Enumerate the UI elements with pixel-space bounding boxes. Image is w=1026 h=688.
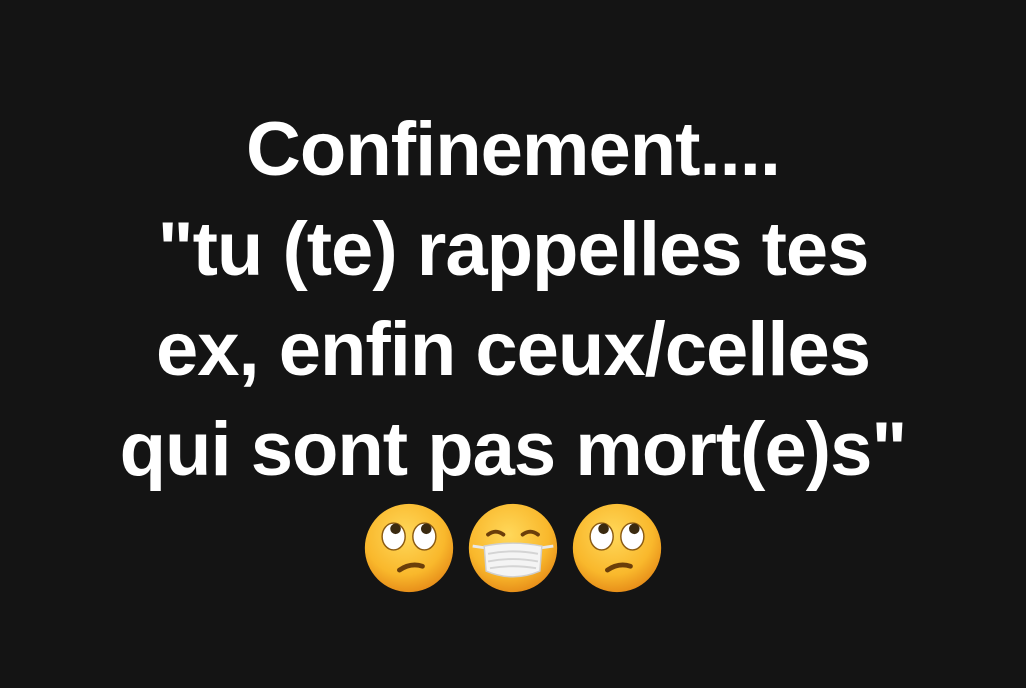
post-text-line-4: qui sont pas mort(e)s": [119, 407, 908, 492]
emoji-row: [0, 500, 1026, 596]
post-text-line-2: "tu (te) rappelles tes: [157, 207, 870, 292]
face-with-medical-mask-icon: [468, 503, 558, 593]
post-text-line-3: ex, enfin ceux/celles: [155, 307, 871, 392]
post-text-line-1: Confinement....: [246, 107, 781, 192]
post-text: Confinement.... "tu (te) rappelles tes e…: [0, 100, 1026, 500]
face-with-rolling-eyes-icon: [572, 503, 662, 593]
face-with-rolling-eyes-icon: [364, 503, 454, 593]
post-canvas: Confinement.... "tu (te) rappelles tes e…: [0, 0, 1026, 688]
